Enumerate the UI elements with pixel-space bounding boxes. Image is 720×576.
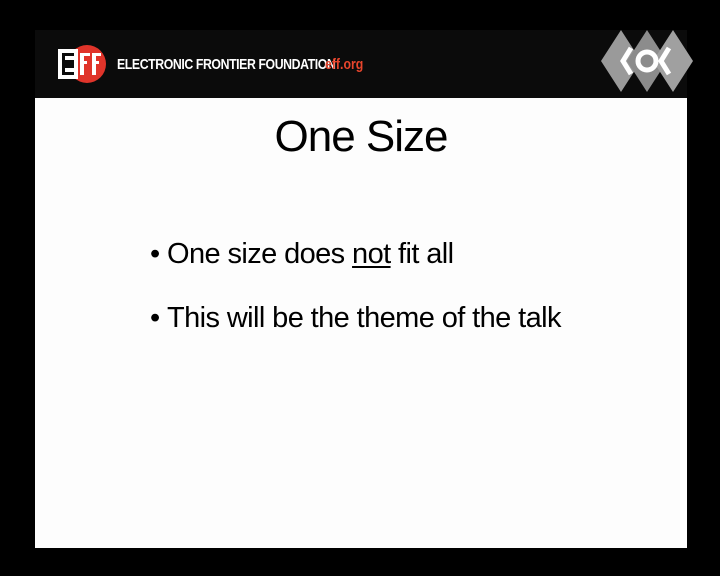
slide-header: ELECTRONIC FRONTIER FOUNDATION eff.org <box>35 30 693 98</box>
bullet-marker: • <box>150 302 160 334</box>
bullet-marker: • <box>150 238 160 270</box>
bullet-item: • This will be the theme of the talk <box>150 302 561 366</box>
organization-name: ELECTRONIC FRONTIER FOUNDATION <box>117 56 336 73</box>
bullet-list: • One size does not fit all • This will be… <box>150 238 561 366</box>
bullet-emphasis: not <box>352 238 391 270</box>
eff-logo-icon <box>58 45 106 83</box>
slide-body: One Size • One size does not fit all • Thi… <box>35 98 687 548</box>
slide-title: One Size <box>274 112 449 161</box>
bullet-item: • One size does not fit all <box>150 238 561 302</box>
bullet-text-end: fit all <box>390 238 454 270</box>
conference-logo-icon <box>601 30 693 92</box>
bullet-text: This will be the theme of the talk <box>167 302 561 334</box>
bullet-text: One size does <box>167 238 353 270</box>
organization-url: eff.org <box>325 56 364 73</box>
